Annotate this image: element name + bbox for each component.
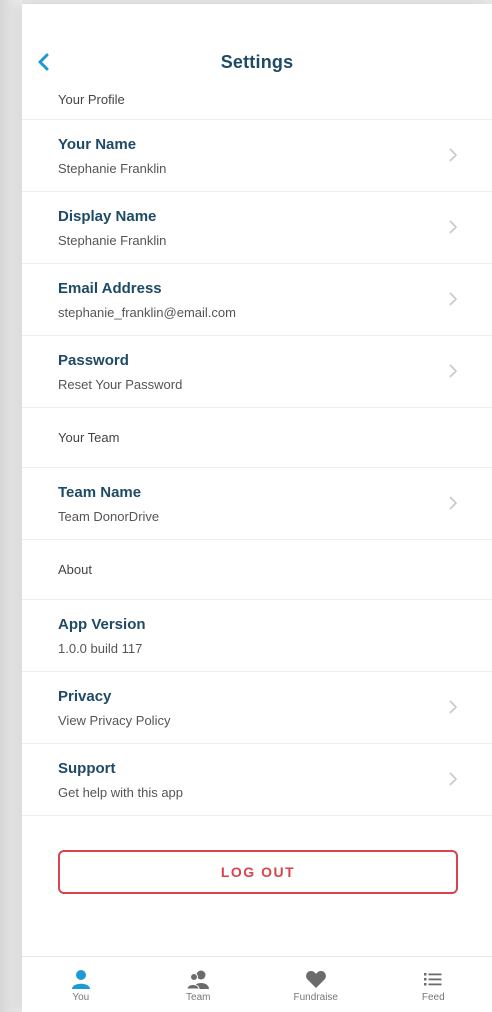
- settings-row-team-name[interactable]: Team Name Team DonorDrive: [22, 468, 492, 540]
- nav-header: Settings: [22, 4, 492, 96]
- row-label: Your Name: [58, 136, 137, 153]
- settings-row-display-name[interactable]: Display Name Stephanie Franklin: [22, 192, 492, 264]
- chevron-right-icon: [449, 772, 458, 786]
- row-value: 1.0.0 build 117: [58, 641, 143, 656]
- tab-label: Team: [186, 992, 211, 1003]
- chevron-right-icon: [449, 364, 458, 378]
- settings-row-email-address[interactable]: Email Address stephanie_franklin@email.c…: [22, 264, 492, 336]
- tab-label: Feed: [421, 992, 445, 1003]
- chevron-right-icon: [449, 496, 458, 510]
- list-icon: [424, 973, 442, 986]
- bottom-tab-bar: You Team Fundraise Feed: [22, 956, 492, 1012]
- row-value: Stephanie Franklin: [58, 233, 167, 248]
- row-label: Email Address: [58, 280, 162, 297]
- chevron-right-icon: [449, 220, 458, 234]
- tab-team[interactable]: Team: [140, 957, 258, 1012]
- row-value: Reset Your Password: [58, 377, 183, 392]
- row-value: Stephanie Franklin: [58, 161, 167, 176]
- page-title: Settings: [220, 52, 294, 72]
- team-icon: [187, 970, 210, 989]
- tab-you[interactable]: You: [22, 957, 140, 1012]
- tab-label: Fundraise: [293, 992, 338, 1003]
- row-value: stephanie_franklin@email.com: [58, 305, 236, 320]
- settings-row-your-name[interactable]: Your Name Stephanie Franklin: [22, 120, 492, 192]
- row-label: Support: [58, 760, 116, 777]
- row-label: App Version: [58, 616, 146, 633]
- background-edge: [0, 0, 22, 1012]
- tab-label: You: [72, 992, 90, 1003]
- row-value: Team DonorDrive: [58, 509, 160, 524]
- section-header-your-team: Your Team: [22, 408, 492, 468]
- tab-fundraise[interactable]: Fundraise: [257, 957, 375, 1012]
- row-label: Display Name: [58, 208, 157, 225]
- logout-button[interactable]: LOG OUT: [58, 850, 458, 894]
- row-label: Password: [58, 352, 129, 369]
- row-value: Get help with this app: [58, 785, 184, 800]
- row-label: Privacy: [58, 688, 112, 705]
- row-value: View Privacy Policy: [58, 713, 171, 728]
- settings-row-password[interactable]: Password Reset Your Password: [22, 336, 492, 408]
- section-header-about: About: [22, 540, 492, 600]
- chevron-right-icon: [449, 148, 458, 162]
- settings-row-app-version: App Version 1.0.0 build 117: [22, 600, 492, 672]
- row-label: Team Name: [58, 484, 142, 501]
- settings-screen: Settings Your Profile Your Name Stephani…: [22, 4, 492, 1012]
- chevron-right-icon: [449, 700, 458, 714]
- settings-row-support[interactable]: Support Get help with this app: [22, 744, 492, 816]
- tab-feed[interactable]: Feed: [375, 957, 492, 1012]
- settings-row-privacy[interactable]: Privacy View Privacy Policy: [22, 672, 492, 744]
- person-icon: [71, 970, 90, 989]
- logout-container: LOG OUT: [22, 816, 492, 942]
- chevron-right-icon: [449, 292, 458, 306]
- heart-icon: [305, 971, 326, 988]
